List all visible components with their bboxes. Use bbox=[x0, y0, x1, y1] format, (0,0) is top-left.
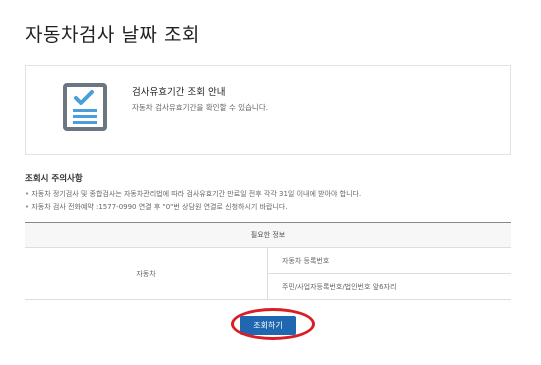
required-info-category: 자동차 bbox=[25, 247, 268, 300]
caution-item: 자동차 정기검사 및 종합검사는 자동차관리법에 따라 검사유효기간 만료일 전… bbox=[25, 188, 361, 201]
caution-item: 자동차 검사 전화예약 :1577-0990 연결 후 "0"번 상담원 연결로… bbox=[25, 201, 361, 214]
page-title: 자동차검사 날짜 조회 bbox=[25, 24, 200, 46]
required-info-item: 주민/사업자등록번호/법인번호 앞6자리 bbox=[267, 273, 511, 300]
caution-list: 자동차 정기검사 및 종합검사는 자동차관리법에 따라 검사유효기간 만료일 전… bbox=[25, 188, 361, 213]
required-info-item: 자동차 등록번호 bbox=[267, 247, 511, 274]
caution-title: 조회시 주의사항 bbox=[25, 174, 83, 184]
search-button[interactable]: 조회하기 bbox=[240, 316, 296, 335]
info-description: 자동차 검사유효기간을 확인할 수 있습니다. bbox=[132, 103, 269, 112]
checklist-icon bbox=[63, 83, 107, 131]
required-info-table: 필요한 정보 자동차 자동차 등록번호 주민/사업자등록번호/법인번호 앞6자리 bbox=[25, 222, 511, 300]
info-box: 검사유효기간 조회 안내 자동차 검사유효기간을 확인할 수 있습니다. bbox=[25, 65, 511, 155]
info-title: 검사유효기간 조회 안내 bbox=[132, 87, 226, 98]
required-info-header: 필요한 정보 bbox=[25, 222, 511, 248]
